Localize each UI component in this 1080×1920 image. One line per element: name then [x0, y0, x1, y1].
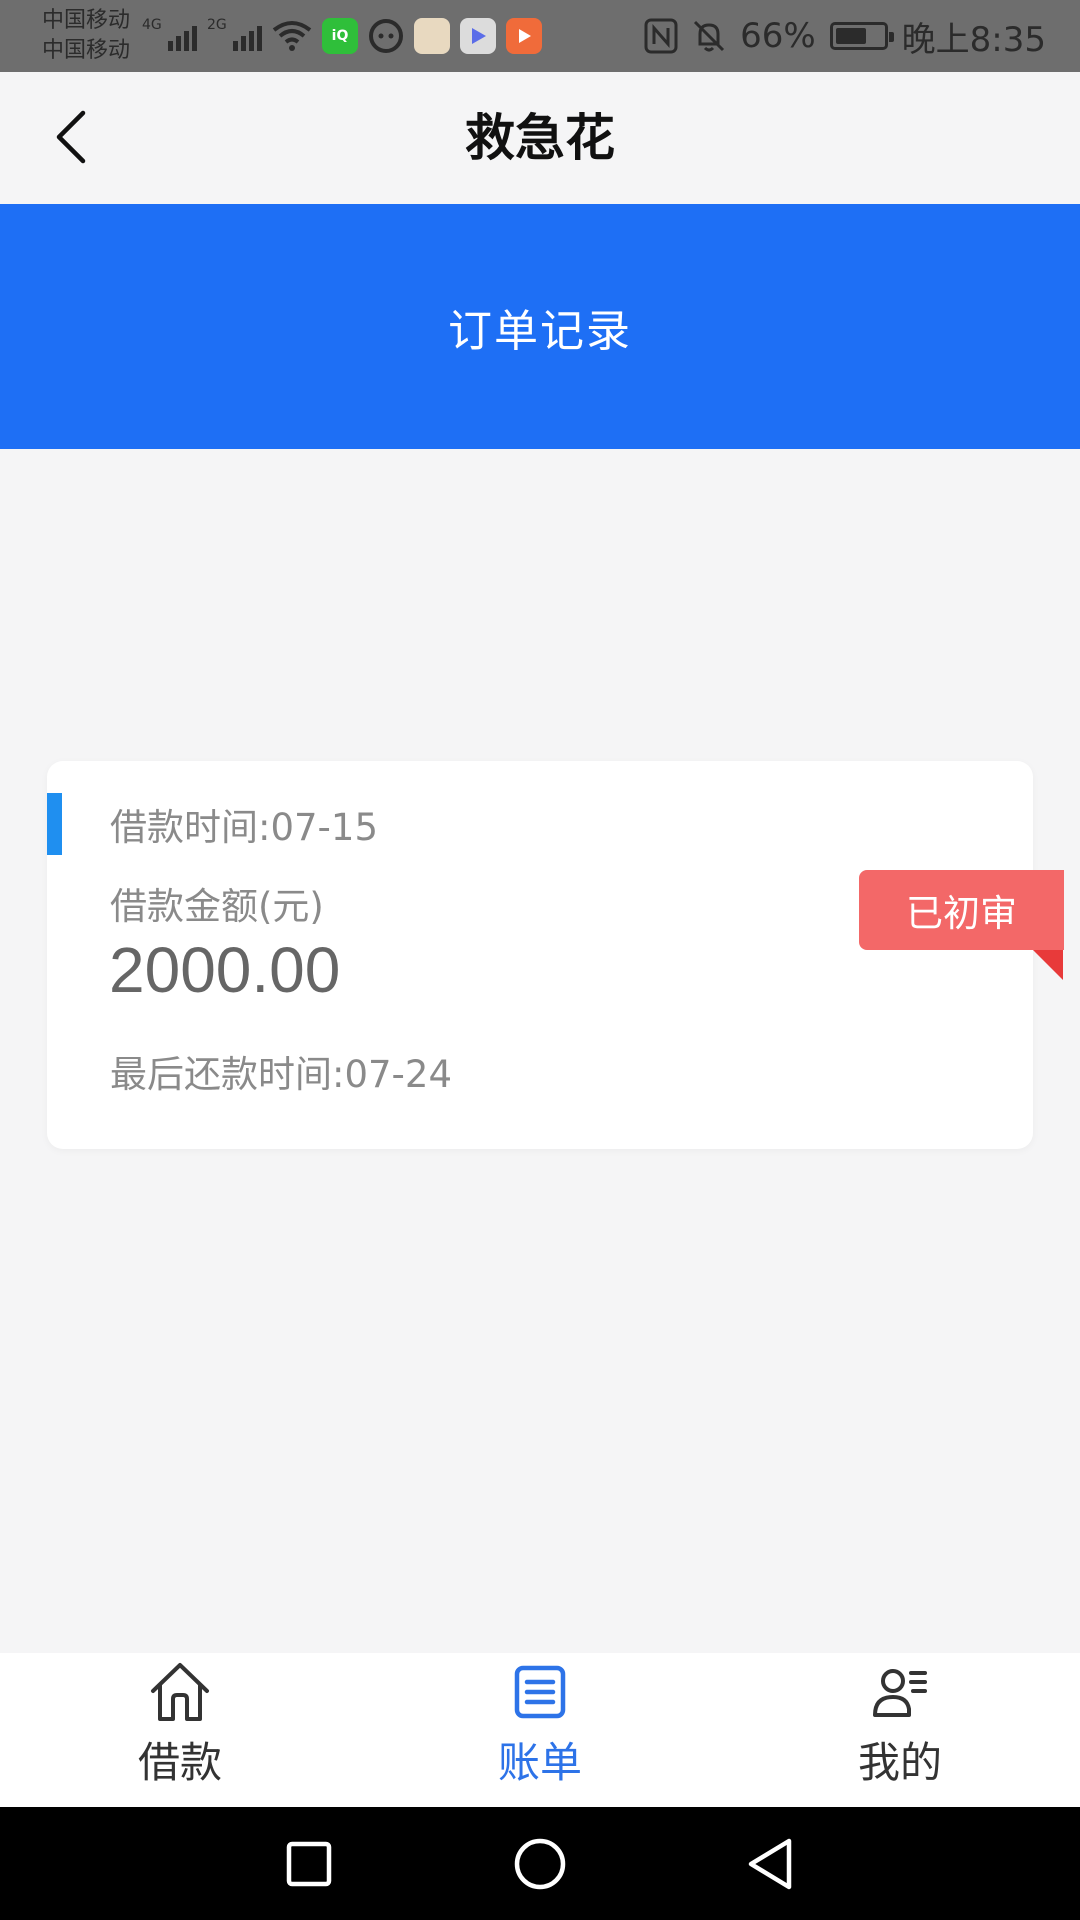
status-badge: 已初审	[859, 870, 1064, 950]
iqiyi-app-icon: iQ	[322, 18, 358, 54]
tab-bill[interactable]: 账单	[360, 1653, 720, 1807]
tab-loan-label: 借款	[137, 1738, 222, 1787]
signal-icon-2: 2G	[207, 17, 262, 51]
bill-icon	[505, 1657, 575, 1727]
tab-bill-label: 账单	[497, 1738, 582, 1787]
system-nav-bar	[0, 1807, 1080, 1920]
carrier-1: 中国移动	[42, 8, 131, 33]
order-card[interactable]: 借款时间:07-15 借款金额(元) 2000.00 最后还款时间:07-24	[47, 761, 1033, 1149]
battery-percent: 66%	[740, 16, 816, 56]
card-accent-bar	[47, 793, 62, 855]
profile-icon	[865, 1657, 935, 1727]
back-triangle-icon	[748, 1838, 792, 1890]
banner-title: 订单记录	[448, 305, 632, 357]
due-time: 最后还款时间:07-24	[110, 1053, 452, 1096]
back-nav-button[interactable]	[734, 1829, 804, 1899]
tab-loan[interactable]: 借款	[0, 1653, 360, 1807]
page-title: 救急花	[465, 109, 615, 167]
battery-fill	[835, 28, 866, 44]
signal-icon: 4G	[142, 17, 197, 51]
loan-time: 借款时间:07-15	[110, 806, 378, 849]
bottom-tab-bar: 借款 账单 我的	[0, 1653, 1080, 1807]
status-badge-fold	[1033, 950, 1063, 980]
network-type-1: 4G	[142, 17, 162, 33]
status-bar: 中国移动 中国移动 4G 2G iQ 66% 晚上8:35	[0, 0, 1080, 72]
home-circle-icon	[514, 1838, 566, 1890]
nfc-icon	[644, 18, 678, 54]
chat-app-icon	[369, 19, 403, 53]
clock: 晚上8:35	[901, 19, 1046, 60]
carrier-names: 中国移动 中国移动	[42, 6, 130, 66]
carrier-2: 中国移动	[42, 38, 131, 63]
wifi-icon	[272, 21, 312, 51]
home-button[interactable]	[505, 1829, 575, 1899]
play-app-icon	[506, 18, 542, 54]
bell-muted-icon	[694, 20, 725, 52]
recent-apps-icon	[286, 1841, 332, 1887]
battery-icon	[829, 22, 894, 50]
network-type-2: 2G	[207, 17, 227, 33]
app-header: 救急花	[0, 72, 1080, 204]
bear-app-icon	[414, 18, 450, 54]
tab-mine-label: 我的	[857, 1738, 942, 1787]
tab-mine[interactable]: 我的	[720, 1653, 1080, 1807]
home-icon	[145, 1657, 215, 1727]
status-icons-left: 4G 2G iQ	[142, 14, 542, 58]
video-app-icon	[460, 18, 496, 54]
recent-apps-button[interactable]	[274, 1829, 344, 1899]
loan-amount-value: 2000.00	[109, 934, 341, 1006]
order-records-banner: 订单记录	[0, 204, 1080, 449]
status-icons-right: 66% 晚上8:35	[644, 10, 1046, 62]
loan-amount-label: 借款金额(元)	[110, 885, 324, 928]
